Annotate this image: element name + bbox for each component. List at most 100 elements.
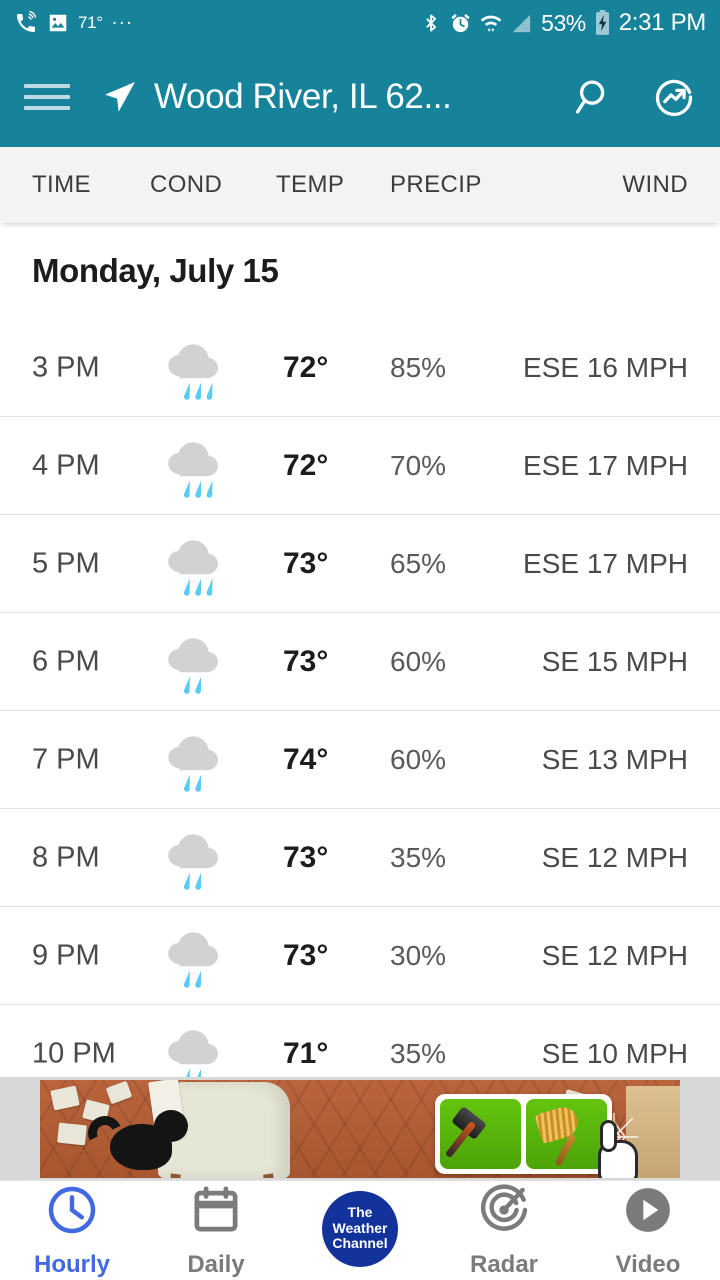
trending-circle-icon[interactable] bbox=[652, 75, 696, 119]
weather-channel-logo: The Weather Channel bbox=[322, 1190, 398, 1267]
day-header-label: Monday, July 15 bbox=[32, 252, 279, 289]
row-wind: ESE 16 MPH bbox=[523, 351, 688, 383]
row-time: 3 PM bbox=[32, 351, 100, 383]
wifi-icon bbox=[480, 11, 502, 35]
table-row[interactable]: 6 PM 73° 60% SE 15 MPH bbox=[0, 613, 720, 711]
row-wind: SE 12 MPH bbox=[541, 939, 688, 971]
column-header-wind: WIND bbox=[622, 171, 688, 198]
row-time: 5 PM bbox=[32, 547, 100, 579]
status-bar-clock: 2:31 PM bbox=[618, 9, 707, 36]
black-cat bbox=[83, 1106, 188, 1176]
row-time: 9 PM bbox=[32, 939, 100, 971]
table-row[interactable]: 5 PM 73° 65% ESE 17 MPH bbox=[0, 515, 720, 613]
rain-cloud-icon bbox=[150, 331, 242, 405]
nav-item-hourly[interactable]: Hourly bbox=[0, 1181, 144, 1280]
battery-charging-icon bbox=[594, 10, 611, 36]
row-temperature: 73° bbox=[283, 938, 329, 972]
location-title: Wood River, IL 62... bbox=[154, 76, 452, 116]
cellular-signal-icon bbox=[510, 12, 533, 35]
table-row[interactable]: 10 PM 71° 35% SE 10 MPH bbox=[0, 1005, 720, 1077]
nav-item-daily[interactable]: Daily bbox=[144, 1181, 288, 1280]
play-circle-icon bbox=[620, 1182, 676, 1243]
rain-cloud-icon bbox=[150, 821, 242, 895]
ad-artwork bbox=[40, 1080, 680, 1178]
row-temperature: 73° bbox=[283, 840, 329, 874]
paper-scrap bbox=[57, 1122, 87, 1146]
image-icon bbox=[47, 12, 69, 34]
app-bar: Wood River, IL 62... bbox=[0, 46, 720, 147]
rain-cloud-icon bbox=[150, 1017, 242, 1077]
twc-logo-line: Channel bbox=[332, 1235, 388, 1252]
row-wind: SE 15 MPH bbox=[541, 645, 688, 677]
rain-cloud-icon bbox=[150, 919, 242, 993]
row-precipitation: 65% bbox=[390, 547, 447, 579]
table-row[interactable]: 4 PM 72° 70% ESE 17 MPH bbox=[0, 417, 720, 515]
column-header-row: TIME COND TEMP PRECIP WIND bbox=[0, 147, 720, 223]
rain-cloud-icon bbox=[150, 429, 242, 503]
table-row[interactable]: 3 PM 72° 85% ESE 16 MPH bbox=[0, 319, 720, 417]
rain-cloud-icon bbox=[150, 527, 242, 601]
app-bar-actions bbox=[572, 75, 696, 119]
nav-item-weather-channel[interactable]: The Weather Channel bbox=[288, 1181, 432, 1280]
row-time: 10 PM bbox=[32, 1037, 116, 1069]
bluetooth-icon bbox=[421, 11, 441, 35]
phone-ringing-icon bbox=[14, 11, 38, 35]
column-header-temp: TEMP bbox=[276, 171, 345, 198]
row-temperature: 71° bbox=[283, 1036, 329, 1070]
twc-logo-line: The bbox=[347, 1203, 373, 1220]
system-status-bar: 71° ... 53% 2:31 PM bbox=[0, 0, 720, 46]
column-header-time: TIME bbox=[32, 171, 91, 198]
row-wind: ESE 17 MPH bbox=[523, 449, 688, 481]
search-icon[interactable] bbox=[572, 76, 614, 118]
status-bar-overflow-dots: ... bbox=[111, 8, 134, 29]
nav-item-label: Video bbox=[615, 1251, 681, 1278]
row-precipitation: 60% bbox=[390, 645, 447, 677]
nav-item-video[interactable]: Video bbox=[576, 1181, 720, 1280]
weather-app-screen: 71° ... 53% 2:31 PM Wood River, IL 62...… bbox=[0, 0, 720, 1280]
status-bar-right: 53% 2:31 PM bbox=[421, 9, 706, 37]
row-precipitation: 35% bbox=[390, 1037, 447, 1069]
nav-item-label: Daily bbox=[187, 1251, 245, 1278]
row-time: 4 PM bbox=[32, 449, 100, 481]
row-precipitation: 85% bbox=[390, 351, 447, 383]
rain-cloud-icon bbox=[150, 625, 242, 699]
hamburger-menu-icon[interactable] bbox=[24, 80, 70, 114]
column-header-cond: COND bbox=[150, 171, 223, 198]
alarm-icon bbox=[449, 12, 472, 35]
table-row[interactable]: 9 PM 73° 30% SE 12 MPH bbox=[0, 907, 720, 1005]
status-bar-temperature: 71° bbox=[78, 13, 103, 32]
row-time: 6 PM bbox=[32, 645, 100, 677]
hammer-tool-icon[interactable] bbox=[440, 1099, 521, 1169]
nav-item-label: Radar bbox=[469, 1251, 539, 1278]
row-temperature: 74° bbox=[283, 742, 329, 776]
row-wind: ESE 17 MPH bbox=[523, 547, 688, 579]
row-temperature: 73° bbox=[283, 644, 329, 678]
navigation-arrow-icon bbox=[100, 77, 140, 117]
radar-icon bbox=[476, 1182, 532, 1243]
ad-tool-tiles[interactable] bbox=[435, 1094, 612, 1174]
row-temperature: 72° bbox=[283, 350, 329, 384]
calendar-icon bbox=[189, 1182, 243, 1243]
row-time: 8 PM bbox=[32, 841, 100, 873]
hourly-forecast-list[interactable]: Monday, July 15 3 PM 72° 85% ESE 16 MPH 4 PM… bbox=[0, 223, 720, 1077]
row-temperature: 73° bbox=[283, 546, 329, 580]
row-precipitation: 30% bbox=[390, 939, 447, 971]
location-title-group[interactable]: Wood River, IL 62... bbox=[100, 77, 572, 117]
row-temperature: 72° bbox=[283, 448, 329, 482]
twc-logo-line: Weather bbox=[332, 1219, 388, 1236]
row-precipitation: 35% bbox=[390, 841, 447, 873]
status-bar-left: 71° ... bbox=[14, 8, 134, 35]
row-wind: SE 10 MPH bbox=[541, 1037, 688, 1069]
row-time: 7 PM bbox=[32, 743, 100, 775]
rain-cloud-icon bbox=[150, 723, 242, 797]
row-precipitation: 60% bbox=[390, 743, 447, 775]
advertisement-banner[interactable] bbox=[0, 1077, 720, 1180]
battery-percent-label: 53% bbox=[541, 9, 586, 36]
table-row[interactable]: 8 PM 73° 35% SE 12 MPH bbox=[0, 809, 720, 907]
column-header-precip: PRECIP bbox=[390, 171, 482, 198]
nav-item-radar[interactable]: Radar bbox=[432, 1181, 576, 1280]
table-row[interactable]: 7 PM 74° 60% SE 13 MPH bbox=[0, 711, 720, 809]
row-wind: SE 13 MPH bbox=[541, 743, 688, 775]
row-precipitation: 70% bbox=[390, 449, 447, 481]
bottom-navigation-bar: Hourly Daily The Weather Channel Radar Video bbox=[0, 1180, 720, 1280]
